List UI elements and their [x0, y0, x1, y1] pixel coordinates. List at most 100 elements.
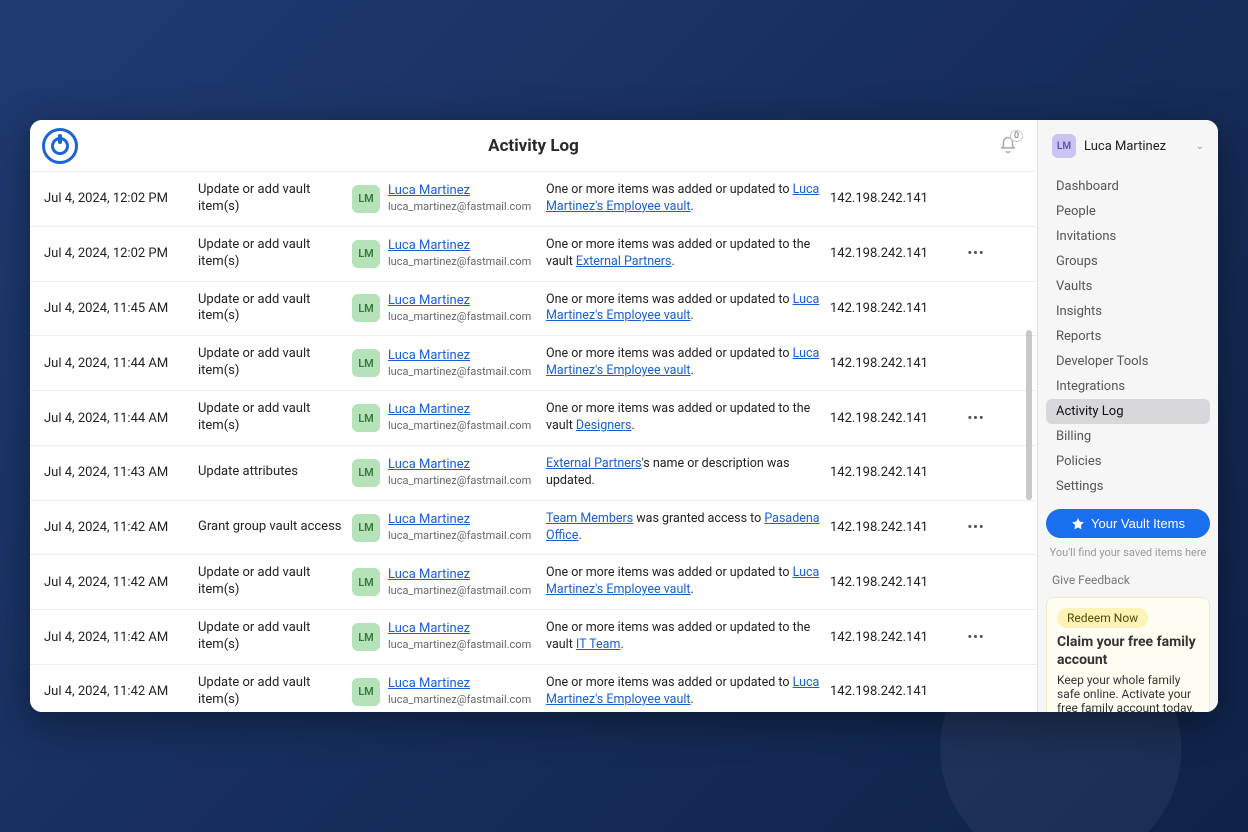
action-type: Update or add vault item(s) — [198, 401, 348, 435]
sidebar-item-developer-tools[interactable]: Developer Tools — [1046, 349, 1210, 374]
user-link[interactable]: Luca Martinez — [388, 567, 531, 584]
table-row: Jul 4, 2024, 11:42 AMUpdate or add vault… — [30, 610, 1037, 665]
user-avatar: LM — [352, 514, 380, 542]
sidebar-item-insights[interactable]: Insights — [1046, 299, 1210, 324]
ip-address: 142.198.242.141 — [830, 684, 960, 699]
timestamp: Jul 4, 2024, 11:44 AM — [44, 411, 194, 426]
action-type: Update or add vault item(s) — [198, 237, 348, 271]
row-actions-button[interactable]: ••• — [964, 516, 988, 540]
user-link[interactable]: Luca Martinez — [388, 348, 531, 365]
table-row: Jul 4, 2024, 11:44 AMUpdate or add vault… — [30, 336, 1037, 391]
give-feedback-link[interactable]: Give Feedback — [1046, 573, 1210, 587]
vault-link[interactable]: Luca Martinez's Employee vault — [546, 565, 819, 597]
description: One or more items was added or updated t… — [546, 292, 826, 326]
scrollbar-thumb[interactable] — [1026, 330, 1032, 500]
titlebar: Activity Log 0 — [30, 120, 1037, 172]
vault-items-label: Your Vault Items — [1091, 516, 1185, 531]
description: One or more items was added or updated t… — [546, 620, 826, 654]
vault-link[interactable]: IT Team — [576, 637, 621, 652]
vault-items-button[interactable]: Your Vault Items — [1046, 509, 1210, 538]
description: One or more items was added or updated t… — [546, 565, 826, 599]
action-type: Update or add vault item(s) — [198, 675, 348, 709]
table-row: Jul 4, 2024, 11:45 AMUpdate or add vault… — [30, 282, 1037, 337]
main-panel: Activity Log 0 Jul 4, 2024, 12:02 PM Upda… — [30, 120, 1038, 712]
promo-card: Redeem Now Claim your free family accoun… — [1046, 597, 1210, 712]
user-link[interactable]: Luca Martinez — [388, 293, 531, 310]
redeem-button[interactable]: Redeem Now — [1057, 608, 1148, 628]
timestamp: Jul 4, 2024, 12:02 PM — [44, 191, 194, 206]
timestamp: Jul 4, 2024, 12:02 PM — [44, 246, 194, 261]
ip-address: 142.198.242.141 — [830, 301, 960, 316]
sidebar-item-dashboard[interactable]: Dashboard — [1046, 174, 1210, 199]
user-link[interactable]: Luca Martinez — [388, 238, 531, 255]
action-type: Update attributes — [198, 464, 348, 481]
user-cell: LMLuca Martinezluca_martinez@fastmail.co… — [352, 512, 542, 543]
vault-link[interactable]: Team Members — [546, 511, 633, 526]
vault-link[interactable]: Luca Martinez's Employee vault — [546, 675, 819, 707]
row-actions-button[interactable]: ••• — [964, 406, 988, 430]
vault-link[interactable]: Designers — [576, 418, 632, 433]
app-logo-icon — [42, 128, 78, 164]
table-row: Jul 4, 2024, 11:44 AM Update or add vault… — [30, 391, 1037, 446]
sidebar-item-activity-log[interactable]: Activity Log — [1046, 399, 1210, 424]
user-email: luca_martinez@fastmail.com — [388, 310, 531, 324]
vault-link[interactable]: Luca Martinez's Employee vault — [546, 182, 819, 214]
sidebar-item-reports[interactable]: Reports — [1046, 324, 1210, 349]
row-actions-button[interactable]: ••• — [964, 625, 988, 649]
user-email: luca_martinez@fastmail.com — [388, 638, 531, 652]
user-cell: LMLuca Martinezluca_martinez@fastmail.co… — [352, 348, 542, 379]
table-row: Jul 4, 2024, 11:43 AM Update attributesLM… — [30, 446, 1037, 501]
sidebar-item-policies[interactable]: Policies — [1046, 449, 1210, 474]
sidebar-item-integrations[interactable]: Integrations — [1046, 374, 1210, 399]
user-link[interactable]: Luca Martinez — [388, 402, 531, 419]
user-link[interactable]: Luca Martinez — [388, 676, 531, 693]
table-row: Jul 4, 2024, 11:42 AMGrant group vault a… — [30, 501, 1037, 556]
user-cell: LMLuca Martinezluca_martinez@fastmail.co… — [352, 183, 542, 214]
notifications-button[interactable]: 0 — [995, 132, 1021, 158]
promo-title: Claim your free family account — [1057, 634, 1199, 669]
user-avatar: LM — [352, 459, 380, 487]
timestamp: Jul 4, 2024, 11:44 AM — [44, 356, 194, 371]
account-name: Luca Martinez — [1084, 139, 1166, 154]
user-avatar: LM — [352, 240, 380, 268]
action-type: Update or add vault item(s) — [198, 565, 348, 599]
user-cell: LMLuca Martinezluca_martinez@fastmail.co… — [352, 402, 542, 433]
user-cell: LMLuca Martinezluca_martinez@fastmail.co… — [352, 676, 542, 707]
vault-link[interactable]: Luca Martinez's Employee vault — [546, 292, 819, 324]
activity-table: Jul 4, 2024, 12:02 PM Update or add vault… — [30, 172, 1037, 712]
user-email: luca_martinez@fastmail.com — [388, 255, 531, 269]
table-row: Jul 4, 2024, 11:42 AM Update or add vault… — [30, 555, 1037, 610]
description: One or more items was added or updated t… — [546, 182, 826, 216]
vault-caption: You'll find your saved items here — [1046, 546, 1210, 559]
promo-body: Keep your whole family safe online. Acti… — [1057, 673, 1199, 712]
vault-link[interactable]: External Partners — [546, 456, 642, 471]
sidebar-item-billing[interactable]: Billing — [1046, 424, 1210, 449]
ip-address: 142.198.242.141 — [830, 465, 960, 480]
user-avatar: LM — [352, 185, 380, 213]
timestamp: Jul 4, 2024, 11:43 AM — [44, 465, 194, 480]
ip-address: 142.198.242.141 — [830, 356, 960, 371]
user-cell: LMLuca Martinezluca_martinez@fastmail.co… — [352, 567, 542, 598]
sidebar-item-invitations[interactable]: Invitations — [1046, 224, 1210, 249]
user-cell: LM Luca Martinezluca_martinez@fastmail.co… — [352, 457, 542, 488]
user-email: luca_martinez@fastmail.com — [388, 474, 531, 488]
user-link[interactable]: Luca Martinez — [388, 183, 531, 200]
account-menu[interactable]: LM Luca Martinez ⌄ — [1046, 130, 1210, 162]
sidebar-item-people[interactable]: People — [1046, 199, 1210, 224]
vault-link[interactable]: Luca Martinez's Employee vault — [546, 346, 819, 378]
sidebar-item-groups[interactable]: Groups — [1046, 249, 1210, 274]
timestamp: Jul 4, 2024, 11:42 AM — [44, 575, 194, 590]
timestamp: Jul 4, 2024, 11:42 AM — [44, 520, 194, 535]
user-link[interactable]: Luca Martinez — [388, 621, 531, 638]
vault-link[interactable]: External Partners — [576, 254, 672, 269]
action-type: Update or add vault item(s) — [198, 620, 348, 654]
sidebar-item-vaults[interactable]: Vaults — [1046, 274, 1210, 299]
user-email: luca_martinez@fastmail.com — [388, 365, 531, 379]
ip-address: 142.198.242.141 — [830, 191, 960, 206]
user-link[interactable]: Luca Martinez — [388, 457, 531, 474]
table-row: Jul 4, 2024, 11:42 AMUpdate or add vault… — [30, 665, 1037, 712]
user-avatar: LM — [352, 623, 380, 651]
user-link[interactable]: Luca Martinez — [388, 512, 531, 529]
row-actions-button[interactable]: ••• — [964, 242, 988, 266]
sidebar-item-settings[interactable]: Settings — [1046, 474, 1210, 499]
